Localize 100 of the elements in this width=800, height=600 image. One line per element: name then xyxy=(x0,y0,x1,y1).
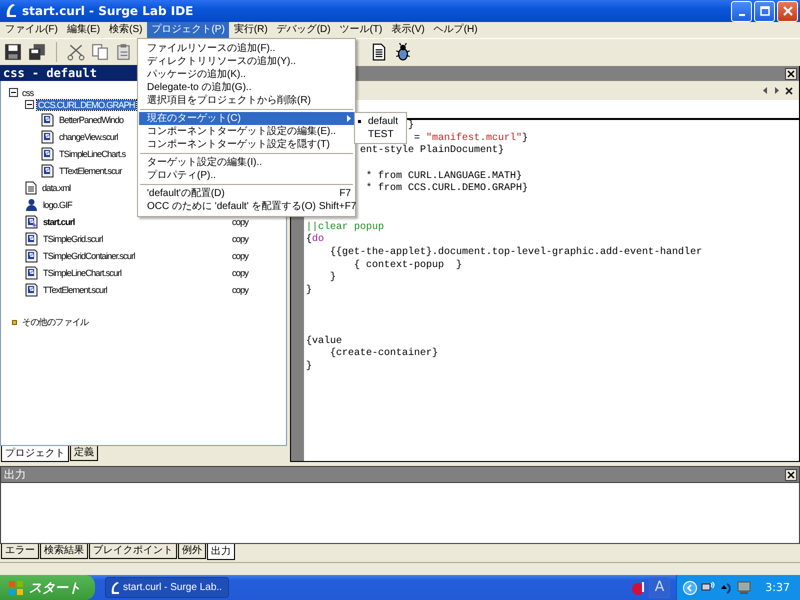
bullet-icon xyxy=(12,320,17,325)
submenu-item[interactable]: TEST xyxy=(355,128,406,141)
monitor-icon[interactable] xyxy=(737,580,752,594)
menu-item[interactable]: Delegate-to の追加(G).. xyxy=(139,81,354,94)
deploy-mode: copy xyxy=(232,234,250,244)
menu-item-label: プロパティ(P).. xyxy=(147,169,217,182)
tree-item[interactable]: logo.GIF xyxy=(42,200,73,210)
code-line: { context-popup } xyxy=(353,260,462,271)
tree-item[interactable]: CCS.CURL.DEMO.GRAPH xyxy=(37,100,136,110)
panel-tab[interactable]: 例外 xyxy=(178,544,206,559)
source-file-icon xyxy=(41,130,54,144)
save-icon[interactable] xyxy=(4,43,22,61)
menu-item-label: 現在のターゲット(C) xyxy=(147,112,242,125)
menu-item[interactable]: ヘルプ(H) xyxy=(430,22,482,38)
menu-item-label: 'default'の配置(D) xyxy=(147,187,226,200)
code-line: ||clear popup xyxy=(306,222,384,232)
flag-icon xyxy=(8,580,24,596)
tree-item[interactable]: TTextElement.scurl xyxy=(42,284,108,294)
code-line: } xyxy=(306,284,312,296)
menu-item[interactable]: 表示(V) xyxy=(387,22,429,38)
menu-item[interactable]: ターゲット設定の編集(I).. xyxy=(139,156,354,169)
menu-item-label: ディレクトリリソースの追加(Y).. xyxy=(147,55,297,68)
menu-item[interactable]: 検索(S) xyxy=(105,22,146,38)
tree-item[interactable]: changeView.scurl xyxy=(58,132,119,142)
panel-tab[interactable]: 定義 xyxy=(70,446,98,461)
start-file-icon xyxy=(25,214,38,228)
taskbar-button[interactable]: start.curl - Surge Lab.. xyxy=(105,577,229,598)
menu-item-label: 選択項目をプロジェクトから削除(R) xyxy=(147,94,312,107)
collapse-icon[interactable] xyxy=(9,88,18,97)
bug-icon[interactable] xyxy=(394,43,412,61)
collapse-icon[interactable] xyxy=(25,100,34,109)
tree-item[interactable]: BetterPanedWindo xyxy=(58,114,124,124)
save-all-icon[interactable] xyxy=(28,43,46,61)
minimize-button[interactable] xyxy=(731,0,752,22)
close-button[interactable] xyxy=(785,468,797,480)
window-title: start.curl - Surge Lab IDE xyxy=(22,4,194,18)
person-icon xyxy=(25,198,38,212)
tree-item[interactable]: TSimpleLineChart.s xyxy=(58,148,126,158)
menu-item[interactable]: 実行(R) xyxy=(230,22,272,38)
code-line: } xyxy=(408,120,414,131)
tree-item[interactable]: TSimpleLineChart.scurl xyxy=(42,268,122,278)
deploy-mode: copy xyxy=(232,284,250,294)
code-line: } xyxy=(329,272,336,284)
app-logo-icon xyxy=(4,3,18,19)
close-icon[interactable] xyxy=(785,86,793,94)
menu-item[interactable]: OCC のために 'default' を配置する(O) Shift+F7 xyxy=(139,200,354,213)
menu-item-label: ターゲット設定の編集(I).. xyxy=(147,156,263,169)
tree-item[interactable]: start.curl xyxy=(42,216,76,226)
tree-item[interactable]: css xyxy=(21,88,34,98)
ball-icon[interactable] xyxy=(630,580,647,596)
ime-indicator[interactable]: A xyxy=(648,577,670,598)
menu-item[interactable]: 現在のターゲット(C) xyxy=(139,112,354,125)
tree-item[interactable]: TSimpleGridContainer.scurl xyxy=(42,250,136,260)
menu-item[interactable]: ファイルリソースの追加(F).. xyxy=(139,42,354,55)
menu-item[interactable]: 選択項目をプロジェクトから削除(R) xyxy=(139,94,354,107)
panel-title: 出力 xyxy=(4,467,26,482)
scroll-right-icon[interactable] xyxy=(774,87,779,94)
cut-icon[interactable] xyxy=(67,43,85,61)
menu-item[interactable]: ツール(T) xyxy=(336,22,386,38)
code-line: {create-container} xyxy=(329,348,438,360)
tree-item[interactable]: data.xml xyxy=(41,182,72,192)
panel-tab[interactable]: プロジェクト xyxy=(1,446,69,462)
code-line: {{get-the-applet}.document.top-level-graphic.add-event-handler xyxy=(329,246,702,258)
panel-tab[interactable]: ブレイクポイント xyxy=(89,544,177,559)
code-line: {value xyxy=(306,336,342,347)
menu-item-label: Delegate-to の追加(G).. xyxy=(147,81,252,94)
deploy-mode: copy xyxy=(232,250,250,260)
menu-item[interactable]: 'default'の配置(D) F7 xyxy=(139,187,354,200)
document-icon[interactable] xyxy=(370,43,388,61)
code-line: * from CCS.CURL.DEMO.GRAPH} xyxy=(366,183,528,194)
submenu-arrow-icon xyxy=(347,115,351,122)
menu-item[interactable]: ファイル(F) xyxy=(1,22,62,38)
panel-tab[interactable]: 出力 xyxy=(207,544,235,560)
code-line: * from CURL.LANGUAGE.MATH} xyxy=(366,170,522,182)
shortcut: Shift+F7 xyxy=(318,200,356,213)
source-file-icon xyxy=(25,266,38,280)
panel-tab[interactable]: 検索結果 xyxy=(40,544,88,559)
clock: 3:37 xyxy=(765,581,790,594)
menu-item[interactable]: デバッグ(D) xyxy=(272,22,335,38)
menu-item[interactable]: ディレクトリリソースの追加(Y).. xyxy=(139,55,354,68)
source-file-icon xyxy=(25,248,38,262)
submenu-item[interactable]: default xyxy=(355,115,406,128)
maximize-button[interactable] xyxy=(754,0,775,22)
code-line: {do xyxy=(306,234,324,246)
menu-item[interactable]: 編集(E) xyxy=(62,22,104,38)
minimize-icon xyxy=(738,14,744,16)
sync-icon[interactable] xyxy=(719,580,734,594)
scroll-left-icon[interactable] xyxy=(763,87,768,94)
app-logo-icon xyxy=(110,580,120,594)
tree-item[interactable]: TSimpleGrid.scurl xyxy=(42,234,104,244)
menu-item-label: パッケージの追加(K).. xyxy=(147,68,247,81)
tree-item[interactable]: その他のファイル xyxy=(21,316,90,329)
panel-tab[interactable]: エラー xyxy=(1,544,39,559)
tree-item[interactable]: TTextElement.scur xyxy=(58,166,123,176)
copy-icon[interactable] xyxy=(91,43,109,61)
menu-item[interactable]: プロジェクト(P) xyxy=(147,22,229,38)
close-icon xyxy=(787,470,795,478)
close-button[interactable] xyxy=(785,68,797,80)
menu-item[interactable]: プロパティ(P).. xyxy=(139,169,354,182)
document-icon xyxy=(25,180,37,194)
